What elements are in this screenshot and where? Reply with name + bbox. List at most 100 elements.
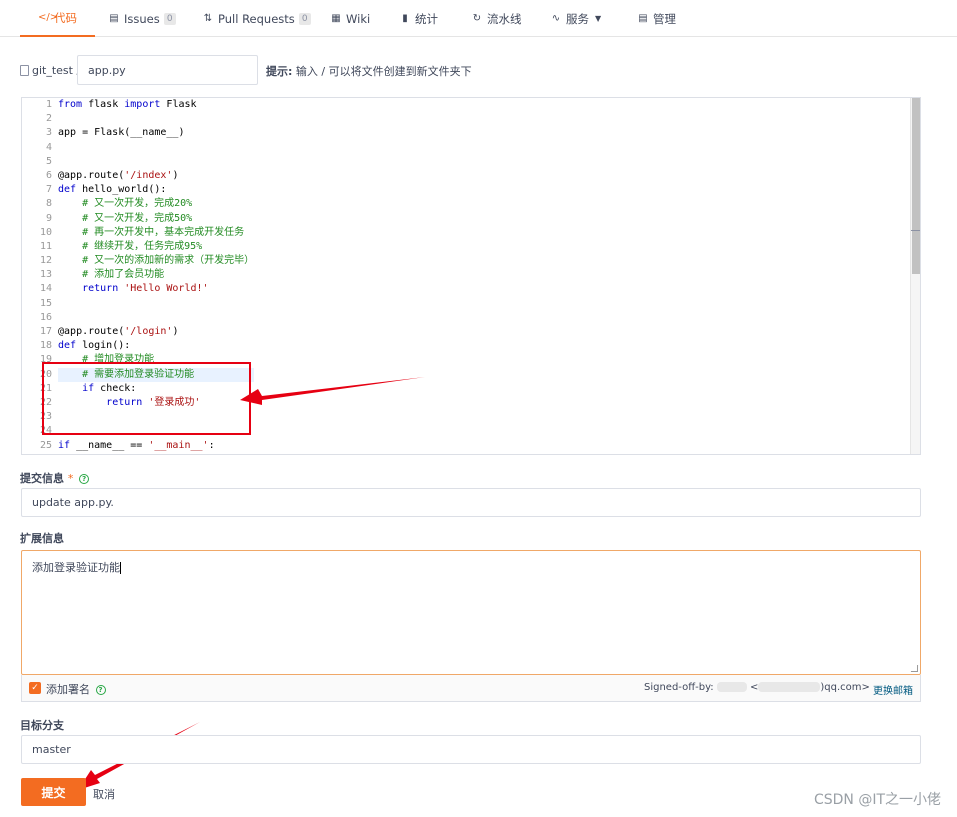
tab-service-label: 服务 xyxy=(566,11,589,26)
line-number: 1 xyxy=(45,99,52,110)
signed-off-suffix: )qq.com> xyxy=(820,682,870,693)
path-hint: 提示: 输入 / 可以将文件创建到新文件夹下 xyxy=(266,63,472,79)
pull-requests-count-badge: 0 xyxy=(298,12,311,25)
tab-wiki[interactable]: ▦ Wiki xyxy=(330,0,370,37)
file-path-row: git_test / 提示: 输入 / 可以将文件创建到新文件夹下 xyxy=(20,55,472,85)
code-line[interactable] xyxy=(58,141,254,155)
line-number: 17 xyxy=(39,326,52,337)
pipeline-icon: ↻ xyxy=(472,13,482,24)
change-email-link[interactable]: 更换邮箱 xyxy=(873,682,913,697)
redacted-name xyxy=(716,682,747,692)
signed-off-by: Signed-off-by: < )qq.com> xyxy=(644,682,870,693)
file-icon xyxy=(20,64,29,76)
code-line[interactable]: # 又一次的添加新的需求（开发完毕） xyxy=(58,254,254,268)
code-line[interactable]: # 又一次开发，完成20% xyxy=(58,197,254,211)
editor-scrollbar[interactable] xyxy=(910,98,920,454)
tab-manage[interactable]: ▤ 管理 xyxy=(637,0,676,37)
tab-service[interactable]: ∿ 服务 ▼ xyxy=(550,0,601,37)
help-icon[interactable]: ? xyxy=(95,685,106,695)
cancel-button[interactable]: 取消 xyxy=(93,786,115,802)
stats-icon: ▮ xyxy=(402,13,408,24)
code-icon: </> xyxy=(38,12,59,23)
tab-stats-label: 统计 xyxy=(415,11,438,26)
code-line[interactable]: # 再一次开发中，基本完成开发任务 xyxy=(58,226,254,240)
line-number: 4 xyxy=(45,141,52,153)
wiki-icon: ▦ xyxy=(331,13,341,24)
code-line[interactable]: if __name__ == '__main__': xyxy=(58,439,254,453)
tab-issues-label: Issues xyxy=(124,11,160,26)
manage-icon: ▤ xyxy=(638,13,648,24)
tab-pipeline-label: 流水线 xyxy=(487,11,522,26)
code-line[interactable]: # 又一次开发，完成50% xyxy=(58,212,254,226)
signed-off-prefix: Signed-off-by: xyxy=(644,682,717,693)
line-number: 7 xyxy=(45,184,52,196)
watermark: CSDN @IT之一小佬 xyxy=(813,792,941,808)
line-number: 2 xyxy=(45,113,52,125)
extended-info-textarea[interactable]: 添加登录验证功能 xyxy=(21,550,921,675)
code-line[interactable]: @app.route('/login') xyxy=(58,325,254,339)
add-signature-label: 添加署名 ? xyxy=(46,681,106,697)
tab-issues[interactable]: ▤ Issues 0 xyxy=(108,0,176,37)
tab-manage-label: 管理 xyxy=(653,11,676,26)
code-line[interactable]: def login(): xyxy=(58,339,254,353)
tab-code[interactable]: </> 代码 xyxy=(20,0,95,37)
chevron-down-icon: ▼ xyxy=(595,14,602,23)
help-icon[interactable]: ? xyxy=(79,474,90,484)
code-line[interactable]: return 'Hello World!' xyxy=(58,282,254,296)
add-signature-text: 添加署名 xyxy=(46,683,90,696)
target-branch-label: 目标分支 xyxy=(20,719,64,732)
add-signature-checkbox[interactable]: ✓ xyxy=(29,682,41,694)
line-number: 9 xyxy=(45,212,52,224)
code-line[interactable] xyxy=(58,112,254,126)
resize-handle[interactable] xyxy=(910,665,919,672)
code-line[interactable] xyxy=(58,311,254,325)
extended-info-value: 添加登录验证功能 xyxy=(32,561,120,574)
issues-count-badge: 0 xyxy=(163,12,176,25)
repo-name: git_test / xyxy=(32,63,81,77)
repo-breadcrumb[interactable]: git_test / xyxy=(20,64,80,77)
commit-message-input[interactable]: update app.py. xyxy=(21,488,921,517)
annotation-highlight-box xyxy=(42,362,251,435)
line-number: 12 xyxy=(39,255,52,267)
line-number: 18 xyxy=(39,340,52,352)
submit-button[interactable]: 提交 xyxy=(21,778,86,806)
code-line[interactable]: @app.route('/index') xyxy=(58,169,254,183)
line-number: 8 xyxy=(45,198,52,210)
filename-input[interactable] xyxy=(77,55,258,85)
issues-icon: ▤ xyxy=(109,13,119,24)
line-number: 6 xyxy=(45,169,52,181)
service-icon: ∿ xyxy=(551,13,561,24)
commit-message-label: 提交信息 * ? xyxy=(20,470,90,486)
text-cursor xyxy=(120,562,121,574)
line-number: 13 xyxy=(39,269,52,281)
line-number: 3 xyxy=(45,127,52,139)
commit-message-label-text: 提交信息 xyxy=(20,472,64,485)
code-line[interactable]: # 添加了会员功能 xyxy=(58,268,254,282)
tab-wiki-label: Wiki xyxy=(346,11,371,26)
editor-scrollbar-thumb[interactable] xyxy=(912,98,920,274)
target-branch-input[interactable]: master xyxy=(21,735,921,764)
code-line[interactable] xyxy=(58,297,254,311)
line-number: 14 xyxy=(39,283,52,295)
line-number: 11 xyxy=(39,240,52,252)
repo-tab-bar: </> 代码 ▤ Issues 0 ⇅ Pull Requests 0 ▦ Wi… xyxy=(0,0,957,37)
required-marker: * xyxy=(67,472,74,485)
tab-stats[interactable]: ▮ 统计 xyxy=(399,0,438,37)
tab-pull-requests[interactable]: ⇅ Pull Requests 0 xyxy=(202,0,311,37)
signed-off-bracket: < xyxy=(750,682,759,693)
code-line[interactable]: # 继续开发，任务完成95% xyxy=(58,240,254,254)
hint-label: 提示: xyxy=(266,65,293,78)
tab-pull-requests-label: Pull Requests xyxy=(218,11,295,26)
commit-message-value: update app.py. xyxy=(32,496,114,509)
target-branch-value: master xyxy=(32,743,71,756)
extended-info-label: 扩展信息 xyxy=(20,532,64,545)
code-line[interactable] xyxy=(58,155,254,169)
code-line[interactable]: def hello_world(): xyxy=(58,183,254,197)
pull-request-icon: ⇅ xyxy=(203,13,213,24)
code-line[interactable]: from flask import Flask xyxy=(58,98,254,112)
line-number: 10 xyxy=(39,226,52,238)
tab-pipeline[interactable]: ↻ 流水线 xyxy=(471,0,522,37)
redacted-email xyxy=(758,682,821,692)
tab-code-label: 代码 xyxy=(54,10,77,25)
code-line[interactable]: app = Flask(__name__) xyxy=(58,126,254,140)
